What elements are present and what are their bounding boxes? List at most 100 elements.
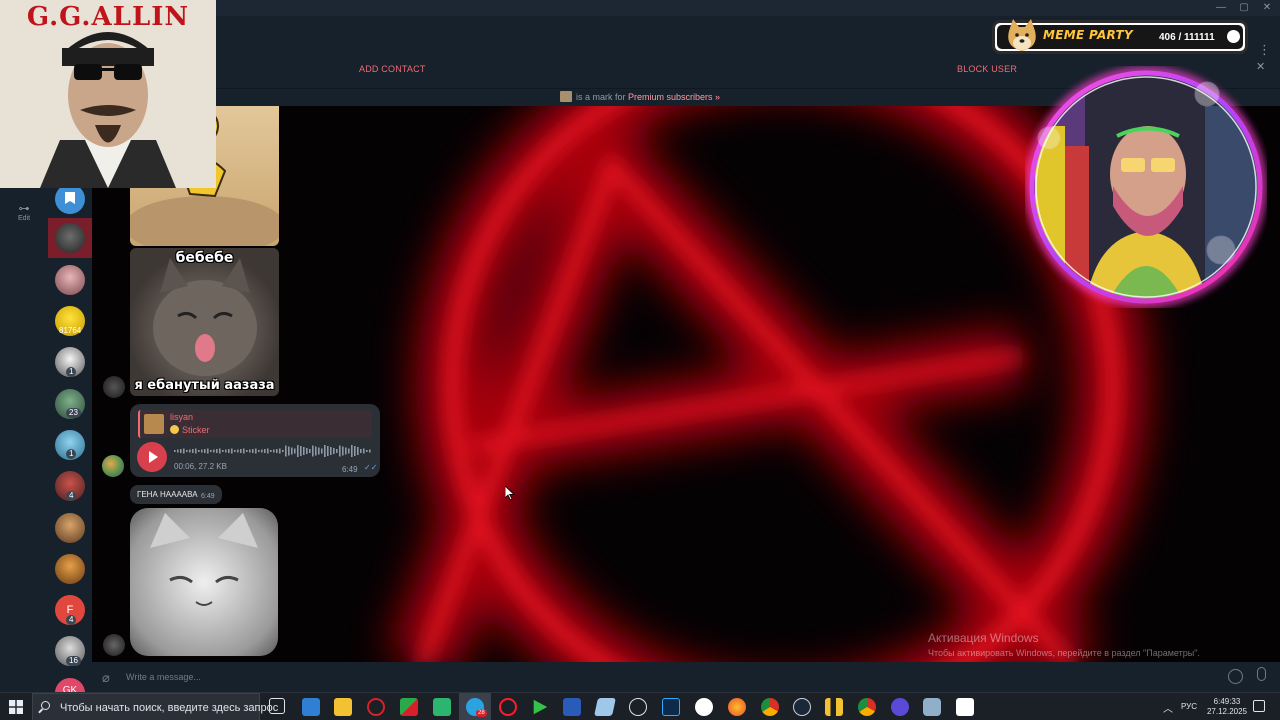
edit-folders-button[interactable]: ⊶ Edit xyxy=(12,202,36,222)
capcut-icon[interactable] xyxy=(956,698,974,716)
premium-link[interactable]: Premium subscribers » xyxy=(628,92,720,102)
chrome-icon-2[interactable] xyxy=(858,698,876,716)
waveform-bar xyxy=(225,449,227,453)
waveform-bar xyxy=(249,449,251,453)
app-icon-notes[interactable] xyxy=(594,698,616,716)
chat-avatar-letter[interactable]: GK xyxy=(55,678,85,692)
clock-date: 27.12.2025 xyxy=(1206,707,1248,716)
windows-taskbar: Чтобы начать поиск, введите здесь запрос… xyxy=(0,692,1280,720)
app-icon-discord[interactable] xyxy=(891,698,909,716)
message-time: 6:49 xyxy=(201,493,215,500)
emoji-icon[interactable] xyxy=(1228,669,1243,684)
play-voice-button[interactable] xyxy=(137,442,167,472)
waveform-bar xyxy=(342,446,344,456)
voice-duration-size: 00:06, 27.2 KB xyxy=(174,462,227,471)
waveform-bar xyxy=(228,449,230,453)
opera-icon[interactable] xyxy=(499,698,517,716)
windows-activation-watermark: Активация Windows Чтобы активировать Win… xyxy=(928,631,1200,658)
waveform-bar xyxy=(276,449,278,453)
premium-prefix: is a mark for xyxy=(575,92,626,102)
tray-expand-icon[interactable]: ︿ xyxy=(1163,700,1173,715)
saved-messages-icon[interactable] xyxy=(55,184,85,214)
waveform-bar xyxy=(318,447,320,455)
app-icon-play[interactable] xyxy=(533,699,548,715)
waveform-bar xyxy=(219,448,221,454)
waveform-bar xyxy=(357,447,359,455)
windows-start-icon[interactable] xyxy=(9,700,23,714)
reply-type-label: Sticker xyxy=(182,425,210,435)
microphone-icon[interactable] xyxy=(1257,667,1266,681)
waveform-bar xyxy=(255,448,257,454)
message-input[interactable] xyxy=(126,669,1206,685)
task-view-icon[interactable] xyxy=(269,698,285,714)
waveform-bar xyxy=(273,449,275,453)
waveform-bar xyxy=(189,449,191,453)
photoshop-icon[interactable] xyxy=(662,698,680,716)
waveform-bar xyxy=(315,446,317,456)
system-clock[interactable]: 6:49:33 27.12.2025 xyxy=(1206,697,1248,717)
watermark-subtitle: Чтобы активировать Windows, перейдите в … xyxy=(928,648,1200,658)
watermark-title: Активация Windows xyxy=(928,631,1039,645)
waveform-bar xyxy=(360,449,362,453)
chat-avatar[interactable] xyxy=(55,554,85,584)
app-icon-explorer-widget[interactable] xyxy=(302,698,320,716)
sticker-cat-laughing[interactable]: бебебе я ебанутый аазаза xyxy=(130,248,279,396)
chat-avatar[interactable] xyxy=(55,513,85,543)
chrome-icon[interactable] xyxy=(761,698,779,716)
waveform-bar xyxy=(261,449,263,453)
meme-widget-title: MEME PARTY xyxy=(1043,28,1134,42)
waveform-bar xyxy=(309,449,311,453)
app-icon-clock[interactable] xyxy=(629,698,647,716)
waveform-bar xyxy=(234,450,236,452)
chat-avatar[interactable] xyxy=(55,265,85,295)
meme-widget-counter: 406 / 111111 xyxy=(1159,32,1215,43)
waveform-bar xyxy=(297,445,299,457)
tiktok-icon xyxy=(1227,30,1240,43)
app-icon-tools[interactable] xyxy=(400,698,418,716)
waveform-bar xyxy=(186,450,188,452)
word-icon[interactable] xyxy=(563,698,581,716)
sender-avatar[interactable] xyxy=(103,376,125,398)
waveform-bar xyxy=(369,449,371,453)
taskbar-search[interactable]: Чтобы начать поиск, введите здесь запрос xyxy=(32,693,278,720)
compose-bar: ⌀ xyxy=(92,662,1280,692)
firefox-icon[interactable] xyxy=(728,698,746,716)
waveform-bar xyxy=(351,445,353,457)
waveform-bar xyxy=(312,445,314,457)
waveform-bar xyxy=(279,448,281,454)
more-icon[interactable]: ⋮ xyxy=(1258,42,1271,58)
steam-icon[interactable] xyxy=(793,698,811,716)
app-icon-mixer[interactable] xyxy=(923,698,941,716)
maximize-button[interactable]: ▢ xyxy=(1237,2,1251,14)
sticker-cat-sleepy[interactable] xyxy=(130,508,278,656)
waveform-bar xyxy=(222,450,224,452)
waveform-bar xyxy=(366,450,368,452)
language-indicator[interactable]: РУС xyxy=(1181,702,1197,711)
notification-icon[interactable] xyxy=(1253,700,1265,712)
reply-preview[interactable]: lisyan Sticker xyxy=(138,410,372,438)
app-icon-editor[interactable] xyxy=(433,698,451,716)
add-contact-button[interactable]: ADD CONTACT xyxy=(359,64,426,74)
yandex-icon[interactable] xyxy=(695,698,713,716)
folder-icon[interactable] xyxy=(334,698,352,716)
waveform-bar xyxy=(294,448,296,454)
opera-gx-icon[interactable] xyxy=(367,698,385,716)
app-icon-pause[interactable] xyxy=(825,698,843,716)
waveform-bar xyxy=(270,450,272,452)
close-window-button[interactable]: ✕ xyxy=(1260,2,1274,14)
meme-party-widget: MEME PARTY 406 / 111111 xyxy=(992,19,1248,54)
sticker-caption-top: бебебе xyxy=(175,250,234,266)
read-check-icon: ✓✓ xyxy=(364,463,378,472)
cat-face xyxy=(153,258,257,376)
waveform-bar xyxy=(174,450,176,452)
voice-waveform[interactable] xyxy=(174,444,374,458)
sender-avatar[interactable] xyxy=(102,455,124,477)
chat-avatar[interactable] xyxy=(55,223,85,253)
sender-avatar[interactable] xyxy=(103,634,125,656)
waveform-bar xyxy=(330,447,332,455)
waveform-bar xyxy=(282,450,284,452)
waveform-bar xyxy=(321,448,323,454)
attach-icon[interactable]: ⌀ xyxy=(102,670,110,686)
minimize-button[interactable]: — xyxy=(1214,2,1228,14)
block-user-button[interactable]: BLOCK USER xyxy=(957,64,1017,74)
